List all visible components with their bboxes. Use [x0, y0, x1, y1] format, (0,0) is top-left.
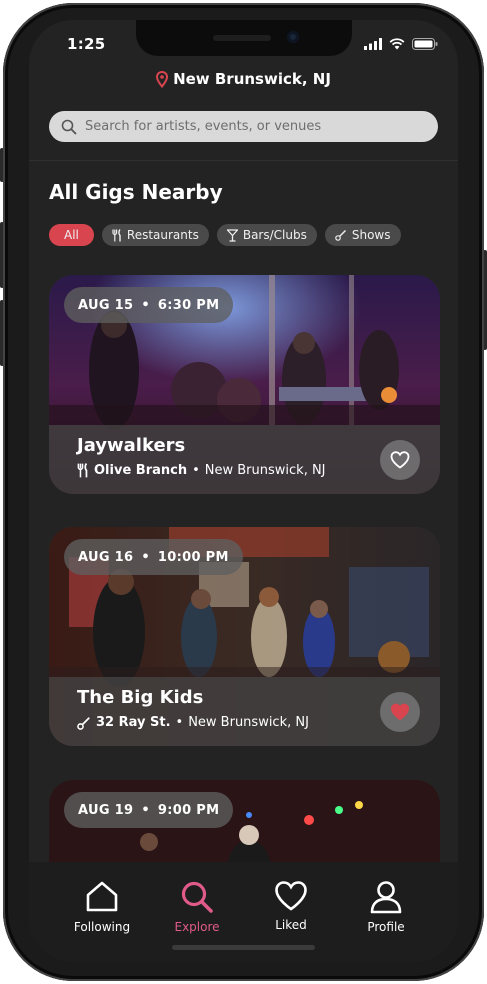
gig-time: 6:30 PM	[157, 297, 220, 313]
date-badge: AUG 19 • 9:00 PM	[64, 792, 234, 828]
filter-chip-shows[interactable]: Shows	[324, 224, 401, 246]
gig-card[interactable]: AUG 15 • 6:30 PM Jaywalkers Olive Branch…	[49, 275, 440, 494]
venue-name: Olive Branch	[94, 463, 188, 478]
guitar-icon	[77, 716, 90, 730]
tab-following[interactable]: Following	[57, 880, 147, 934]
filter-chip-label: Bars/Clubs	[242, 228, 307, 242]
dot-separator: •	[175, 715, 184, 730]
date-badge: AUG 15 • 6:30 PM	[64, 287, 234, 323]
filter-chip-label: Shows	[351, 228, 391, 242]
gig-info-panel: Jaywalkers Olive Branch • New Brunswick,…	[49, 425, 440, 494]
tab-liked[interactable]: Liked	[246, 880, 336, 932]
filter-chip-restaurants[interactable]: Restaurants	[101, 224, 209, 246]
tab-label: Profile	[367, 920, 405, 934]
like-button[interactable]	[380, 692, 420, 732]
gig-venue: 32 Ray St. • New Brunswick, NJ	[77, 715, 309, 730]
front-camera	[287, 31, 299, 43]
tab-label: Explore	[174, 920, 220, 934]
fork-knife-icon	[77, 463, 88, 478]
gig-venue: Olive Branch • New Brunswick, NJ	[77, 463, 326, 478]
venue-name: 32 Ray St.	[96, 715, 171, 730]
filter-chip-bars-clubs[interactable]: Bars/Clubs	[216, 224, 317, 246]
heart-icon	[275, 881, 307, 911]
notch	[136, 20, 352, 56]
location-label: New Brunswick, NJ	[173, 70, 331, 88]
speaker-grille	[213, 35, 271, 41]
gig-name: The Big Kids	[77, 687, 204, 708]
gig-info-panel: The Big Kids 32 Ray St. • New Brunswick,…	[49, 677, 440, 746]
location-pin-icon	[156, 70, 169, 88]
search-bar[interactable]	[49, 111, 438, 142]
tab-explore[interactable]: Explore	[152, 880, 242, 934]
heart-outline-icon	[390, 451, 410, 469]
signal-icon	[364, 38, 382, 50]
search-icon	[181, 881, 213, 913]
phone-frame: 1:25 New Brunswick, NJ Search for artist…	[0, 0, 487, 984]
page-title: All Gigs Nearby	[49, 180, 223, 204]
dot-separator: •	[141, 549, 150, 565]
gig-date: AUG 16	[78, 549, 134, 565]
heart-filled-icon	[390, 703, 410, 721]
gig-card[interactable]: AUG 16 • 10:00 PM The Big Kids 32 Ray St…	[49, 527, 440, 746]
gig-time: 9:00 PM	[157, 802, 220, 818]
venue-city: New Brunswick, NJ	[188, 715, 309, 730]
search-input[interactable]	[83, 118, 417, 135]
filter-chip-label: All	[64, 228, 79, 242]
status-icons	[364, 38, 438, 50]
gig-time: 10:00 PM	[157, 549, 229, 565]
home-icon	[86, 881, 118, 912]
fork-knife-icon	[112, 228, 121, 241]
guitar-icon	[335, 230, 346, 241]
cocktail-icon	[226, 228, 238, 242]
gig-date: AUG 19	[78, 802, 134, 818]
header-divider	[29, 160, 458, 161]
gig-date: AUG 15	[78, 297, 134, 313]
status-time: 1:25	[67, 35, 106, 53]
filter-chips: All Restaurants Bars/Clubs Shows	[49, 224, 401, 246]
like-button[interactable]	[380, 440, 420, 480]
dot-separator: •	[141, 802, 150, 818]
app-screen: 1:25 New Brunswick, NJ Search for artist…	[29, 20, 458, 962]
wifi-icon	[389, 38, 405, 50]
tab-label: Following	[73, 920, 131, 934]
search-icon	[61, 119, 77, 134]
tab-label: Liked	[275, 918, 307, 932]
filter-chip-label: Restaurants	[126, 228, 199, 242]
person-icon	[370, 881, 402, 914]
date-badge: AUG 16 • 10:00 PM	[64, 539, 243, 575]
venue-city: New Brunswick, NJ	[204, 463, 326, 478]
dot-separator: •	[192, 463, 200, 478]
filter-chip-all[interactable]: All	[49, 224, 94, 246]
dot-separator: •	[141, 297, 150, 313]
gig-name: Jaywalkers	[77, 435, 186, 456]
location-selector[interactable]: New Brunswick, NJ	[29, 70, 458, 88]
home-indicator[interactable]	[172, 945, 315, 950]
battery-icon	[412, 38, 438, 50]
tab-profile[interactable]: Profile	[341, 880, 431, 934]
